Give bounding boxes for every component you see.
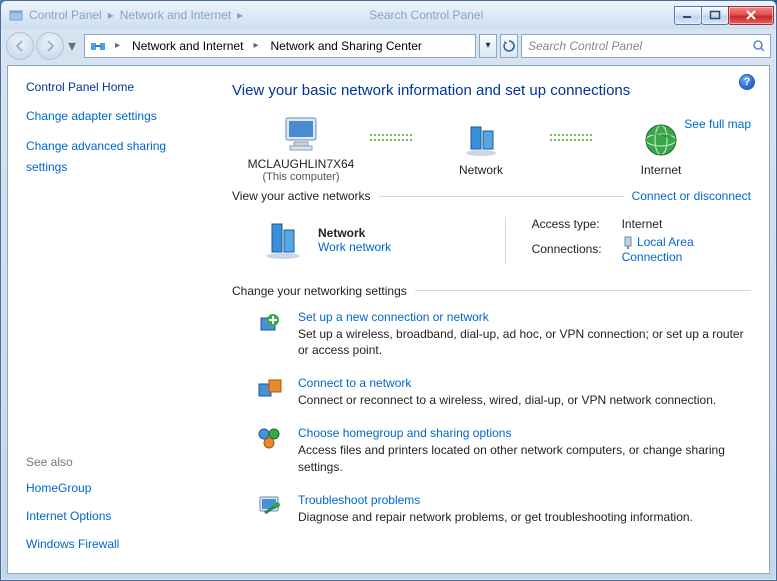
minimize-button[interactable] bbox=[674, 6, 702, 25]
homegroup-icon bbox=[256, 426, 284, 454]
change-settings-header: Change your networking settings bbox=[232, 284, 751, 298]
close-button[interactable] bbox=[728, 6, 774, 25]
task-desc: Diagnose and repair network problems, or… bbox=[298, 509, 693, 525]
titlebar[interactable]: Control Panel ▸ Network and Internet ▸ S… bbox=[1, 1, 776, 29]
map-node-sublabel: (This computer) bbox=[262, 171, 339, 183]
setup-connection-icon bbox=[256, 310, 284, 338]
forward-button[interactable] bbox=[36, 32, 64, 60]
task-setup-connection: Set up a new connection or network Set u… bbox=[256, 310, 751, 358]
nav-history-dropdown[interactable]: ▾ bbox=[66, 37, 78, 55]
breadcrumb-sharing-center[interactable]: Network and Sharing Center bbox=[262, 35, 427, 57]
chevron-right-icon[interactable]: ▸ bbox=[111, 40, 124, 51]
troubleshoot-icon bbox=[256, 493, 284, 521]
homegroup-link[interactable]: HomeGroup bbox=[26, 481, 91, 495]
task-troubleshoot: Troubleshoot problems Diagnose and repai… bbox=[256, 493, 751, 525]
task-desc: Connect or reconnect to a wireless, wire… bbox=[298, 392, 716, 408]
page-heading: View your basic network information and … bbox=[232, 82, 751, 99]
search-icon bbox=[752, 39, 766, 53]
windows-firewall-link[interactable]: Windows Firewall bbox=[26, 537, 119, 551]
map-node-label: Internet bbox=[641, 163, 682, 177]
address-bar[interactable]: ▸ Network and Internet ▸ Network and Sha… bbox=[84, 34, 476, 58]
sidebar: Control Panel Home Change adapter settin… bbox=[8, 66, 218, 573]
change-adapter-link[interactable]: Change adapter settings bbox=[26, 109, 157, 123]
address-icon bbox=[85, 38, 111, 54]
search-input[interactable] bbox=[528, 39, 752, 53]
network-map: See full map MCLAUGHLIN7X64 (This comput… bbox=[232, 113, 751, 183]
task-homegroup-link[interactable]: Choose homegroup and sharing options bbox=[298, 426, 511, 440]
network-tower-icon bbox=[262, 218, 304, 263]
network-icon bbox=[461, 119, 501, 161]
active-network-row: Network Work network Access type: Intern… bbox=[232, 211, 751, 280]
control-panel-home-link[interactable]: Control Panel Home bbox=[26, 80, 208, 96]
connections-label: Connections: bbox=[532, 242, 622, 256]
active-networks-header: View your active networks Connect or dis… bbox=[232, 189, 751, 203]
connect-network-icon bbox=[256, 376, 284, 404]
map-node-label: MCLAUGHLIN7X64 bbox=[248, 157, 355, 171]
back-button[interactable] bbox=[6, 32, 34, 60]
window-frame: Control Panel ▸ Network and Internet ▸ S… bbox=[0, 0, 777, 581]
map-node-network: Network bbox=[412, 119, 550, 177]
refresh-button[interactable] bbox=[500, 34, 518, 58]
task-desc: Access files and printers located on oth… bbox=[298, 442, 751, 474]
task-desc: Set up a wireless, broadband, dial-up, a… bbox=[298, 326, 751, 358]
task-connect-network: Connect to a network Connect or reconnec… bbox=[256, 376, 751, 408]
help-icon[interactable]: ? bbox=[739, 74, 755, 90]
active-network-name: Network bbox=[318, 226, 391, 240]
main-panel: ? View your basic network information an… bbox=[218, 66, 769, 573]
maximize-button[interactable] bbox=[701, 6, 729, 25]
internet-icon bbox=[642, 119, 680, 161]
see-also-label: See also bbox=[26, 455, 208, 469]
task-homegroup: Choose homegroup and sharing options Acc… bbox=[256, 426, 751, 474]
nav-strip: ▾ ▸ Network and Internet ▸ Network and S… bbox=[1, 29, 776, 65]
window-icon bbox=[9, 8, 23, 22]
access-type-value: Internet bbox=[622, 217, 751, 231]
task-setup-connection-link[interactable]: Set up a new connection or network bbox=[298, 310, 489, 324]
map-node-label: Network bbox=[459, 163, 503, 177]
connect-disconnect-link[interactable]: Connect or disconnect bbox=[632, 189, 751, 203]
internet-options-link[interactable]: Internet Options bbox=[26, 509, 111, 523]
map-node-this-computer: MCLAUGHLIN7X64 (This computer) bbox=[232, 113, 370, 183]
content-area: Control Panel Home Change adapter settin… bbox=[7, 65, 770, 574]
see-full-map-link[interactable]: See full map bbox=[684, 117, 751, 131]
breadcrumb-network-internet[interactable]: Network and Internet bbox=[124, 35, 249, 57]
access-type-label: Access type: bbox=[532, 217, 622, 231]
chevron-right-icon[interactable]: ▸ bbox=[249, 40, 262, 51]
task-list: Set up a new connection or network Set u… bbox=[232, 306, 751, 525]
title-hints: Control Panel ▸ Network and Internet ▸ S… bbox=[9, 8, 483, 22]
change-advanced-sharing-link[interactable]: Change advanced sharing settings bbox=[26, 139, 166, 174]
task-troubleshoot-link[interactable]: Troubleshoot problems bbox=[298, 493, 420, 507]
task-connect-network-link[interactable]: Connect to a network bbox=[298, 376, 411, 390]
address-dropdown-button[interactable]: ▾ bbox=[479, 34, 497, 58]
active-network-type-link[interactable]: Work network bbox=[318, 240, 391, 254]
search-box[interactable] bbox=[521, 34, 771, 58]
ethernet-icon bbox=[622, 236, 634, 250]
computer-icon bbox=[280, 113, 322, 155]
window-buttons bbox=[675, 6, 774, 25]
